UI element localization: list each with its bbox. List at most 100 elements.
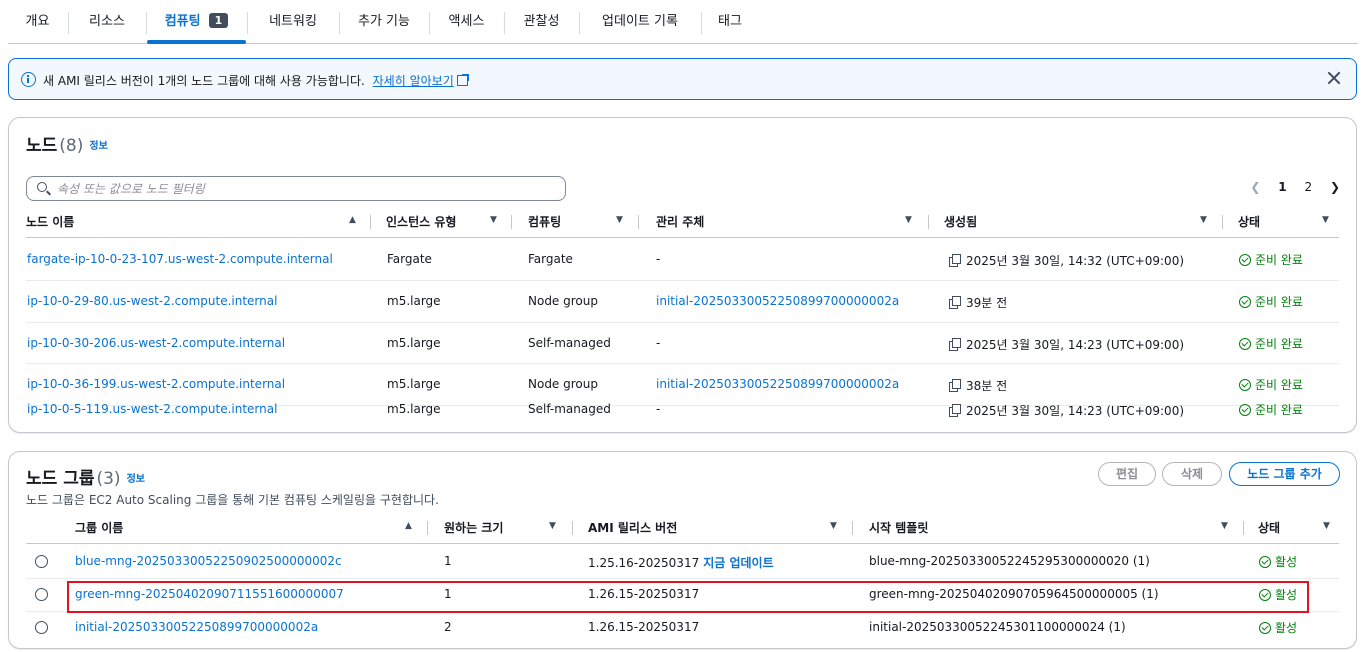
compute-type: Node group bbox=[528, 294, 598, 308]
node-filter bbox=[26, 176, 566, 201]
col-status[interactable]: 상태 bbox=[1238, 206, 1260, 238]
chevron-right-icon[interactable]: ❯ bbox=[1330, 180, 1340, 194]
learn-more-label: 자세히 알아보기 bbox=[372, 74, 454, 88]
status-positive-icon bbox=[1259, 556, 1271, 568]
chevron-left-icon[interactable]: ❮ bbox=[1250, 180, 1260, 194]
sort-icon[interactable]: ▼ bbox=[490, 215, 497, 225]
copy-icon[interactable] bbox=[949, 254, 961, 267]
group-name-link[interactable]: blue-mng-20250330052250902500000002c bbox=[75, 554, 342, 568]
group-name-link[interactable]: initial-20250330052250899700000002a bbox=[75, 620, 318, 634]
instance-type: m5.large bbox=[387, 402, 441, 416]
copy-icon[interactable] bbox=[949, 296, 961, 309]
flash-message: 새 AMI 릴리스 버전이 1개의 노드 그룹에 대해 사용 가능합니다. 자세… bbox=[43, 72, 469, 89]
delete-button[interactable]: 삭제 bbox=[1162, 462, 1222, 486]
col-compute[interactable]: 컴퓨팅 bbox=[528, 206, 561, 238]
learn-more-link[interactable]: 자세히 알아보기 bbox=[373, 74, 454, 88]
node-name-link[interactable]: fargate-ip-10-0-23-107.us-west-2.compute… bbox=[27, 252, 333, 266]
node-name-link[interactable]: ip-10-0-36-199.us-west-2.compute.interna… bbox=[27, 377, 285, 391]
table-row: ip-10-0-5-119.us-west-2.compute.internal… bbox=[26, 402, 1339, 432]
column-divider[interactable] bbox=[1222, 215, 1223, 229]
row-radio[interactable] bbox=[35, 555, 48, 568]
row-radio[interactable] bbox=[35, 621, 48, 634]
sort-icon[interactable]: ▼ bbox=[830, 521, 837, 531]
sort-ascending-icon[interactable]: ▲ bbox=[349, 215, 356, 225]
search-icon bbox=[37, 182, 47, 192]
nodes-heading: 노드 (8) 정보 bbox=[26, 131, 108, 156]
copy-icon[interactable] bbox=[949, 379, 961, 392]
col-desired-size[interactable]: 원하는 크기 bbox=[444, 512, 503, 544]
tab-bar: 개요 리소스 컴퓨팅 1 네트워킹 추가 기능 액세스 관찰성 업데이트 기록 태… bbox=[8, 0, 1358, 44]
nodes-info-link[interactable]: 정보 bbox=[89, 141, 107, 152]
instance-type: m5.large bbox=[387, 377, 441, 391]
col-status[interactable]: 상태 bbox=[1258, 512, 1280, 544]
update-now-link[interactable]: 지금 업데이트 bbox=[703, 556, 773, 570]
copy-icon[interactable] bbox=[949, 338, 961, 351]
page-2-button[interactable]: 2 bbox=[1304, 180, 1312, 194]
column-divider[interactable] bbox=[928, 215, 929, 229]
created-cell: 2025년 3월 30일, 14:32 (UTC+09:00) bbox=[949, 252, 1184, 269]
tab-resources[interactable]: 리소스 bbox=[69, 0, 145, 43]
sort-icon[interactable]: ▼ bbox=[1200, 215, 1207, 225]
tab-overview[interactable]: 개요 bbox=[8, 0, 67, 43]
column-divider[interactable] bbox=[572, 521, 573, 535]
tab-addons[interactable]: 추가 기능 bbox=[340, 0, 428, 43]
col-group-name[interactable]: 그룹 이름 bbox=[75, 512, 123, 544]
col-launch-template[interactable]: 시작 템플릿 bbox=[869, 512, 928, 544]
copy-icon[interactable] bbox=[949, 404, 961, 417]
created-time: 2025년 3월 30일, 14:32 (UTC+09:00) bbox=[966, 254, 1185, 268]
tab-tags[interactable]: 태그 bbox=[702, 0, 758, 43]
status-text: 준비 완료 bbox=[1255, 253, 1303, 267]
column-divider[interactable] bbox=[370, 215, 371, 229]
page-1-button[interactable]: 1 bbox=[1278, 180, 1286, 194]
table-row: blue-mng-20250330052250902500000002c 1 1… bbox=[26, 545, 1339, 579]
sort-icon[interactable]: ▼ bbox=[616, 215, 623, 225]
status-text: 활성 bbox=[1275, 588, 1298, 602]
ami-version: 1.26.15-20250317 bbox=[588, 587, 700, 601]
col-node-name[interactable]: 노드 이름 bbox=[26, 206, 74, 238]
col-instance-type[interactable]: 인스턴스 유형 bbox=[386, 206, 456, 238]
managed-by-link[interactable]: initial-20250330052250899700000002a bbox=[656, 294, 899, 308]
group-name-link[interactable]: green-mng-20250402090711551600000007 bbox=[75, 587, 344, 601]
sort-icon[interactable]: ▼ bbox=[1221, 521, 1228, 531]
tab-compute[interactable]: 컴퓨팅 1 bbox=[147, 0, 246, 44]
managed-by-link[interactable]: initial-20250330052250899700000002a bbox=[656, 377, 899, 391]
edit-button[interactable]: 편집 bbox=[1098, 462, 1156, 486]
instance-type: m5.large bbox=[387, 294, 441, 308]
col-managed-by[interactable]: 관리 주체 bbox=[656, 206, 704, 238]
sort-icon[interactable]: ▼ bbox=[549, 521, 556, 531]
add-node-group-button[interactable]: 노드 그룹 추가 bbox=[1229, 462, 1340, 486]
managed-by: - bbox=[656, 252, 661, 266]
sort-icon[interactable]: ▼ bbox=[1322, 215, 1329, 225]
tab-observability[interactable]: 관찰성 bbox=[505, 0, 578, 43]
column-divider[interactable] bbox=[427, 521, 428, 535]
info-icon bbox=[21, 72, 36, 87]
tab-update-history[interactable]: 업데이트 기록 bbox=[580, 0, 700, 43]
desired-size: 1 bbox=[444, 587, 452, 601]
node-groups-info-link[interactable]: 정보 bbox=[127, 474, 145, 485]
col-created[interactable]: 생성됨 bbox=[944, 206, 977, 238]
node-name-link[interactable]: ip-10-0-30-206.us-west-2.compute.interna… bbox=[27, 336, 285, 350]
tab-networking[interactable]: 네트워킹 bbox=[248, 0, 338, 43]
tab-access[interactable]: 액세스 bbox=[430, 0, 503, 43]
created-cell: 38분 전 bbox=[949, 377, 1007, 394]
column-divider[interactable] bbox=[852, 521, 853, 535]
node-filter-input[interactable] bbox=[57, 180, 557, 197]
node-name-link[interactable]: ip-10-0-5-119.us-west-2.compute.internal bbox=[27, 402, 277, 416]
column-divider[interactable] bbox=[638, 215, 639, 229]
sort-icon[interactable]: ▼ bbox=[1323, 521, 1330, 531]
tab-label: 추가 기능 bbox=[358, 14, 410, 29]
row-radio[interactable] bbox=[35, 588, 48, 601]
tab-label: 태그 bbox=[718, 14, 742, 29]
sort-ascending-icon[interactable]: ▲ bbox=[405, 521, 412, 531]
node-name-link[interactable]: ip-10-0-29-80.us-west-2.compute.internal bbox=[27, 294, 277, 308]
nodes-panel: 노드(8) 정보 ❮ 1 2 ❯ 노드 이름 ▲ 인스턴스 유형 ▼ 컴퓨팅 ▼ … bbox=[8, 117, 1357, 433]
nodes-table-header: 노드 이름 ▲ 인스턴스 유형 ▼ 컴퓨팅 ▼ 관리 주체 ▼ 생성됨 ▼ 상태… bbox=[26, 206, 1339, 238]
col-ami-release[interactable]: AMI 릴리스 버전 bbox=[588, 512, 677, 544]
compute-type: Self-managed bbox=[528, 402, 611, 416]
column-divider[interactable] bbox=[511, 215, 512, 229]
launch-template: blue-mng-20250330052245295300000020 (1) bbox=[869, 554, 1150, 568]
table-row: green-mng-20250402090711551600000007 1 1… bbox=[26, 579, 1339, 612]
sort-icon[interactable]: ▼ bbox=[905, 215, 912, 225]
column-divider[interactable] bbox=[1243, 521, 1244, 535]
close-icon[interactable] bbox=[1326, 69, 1342, 87]
